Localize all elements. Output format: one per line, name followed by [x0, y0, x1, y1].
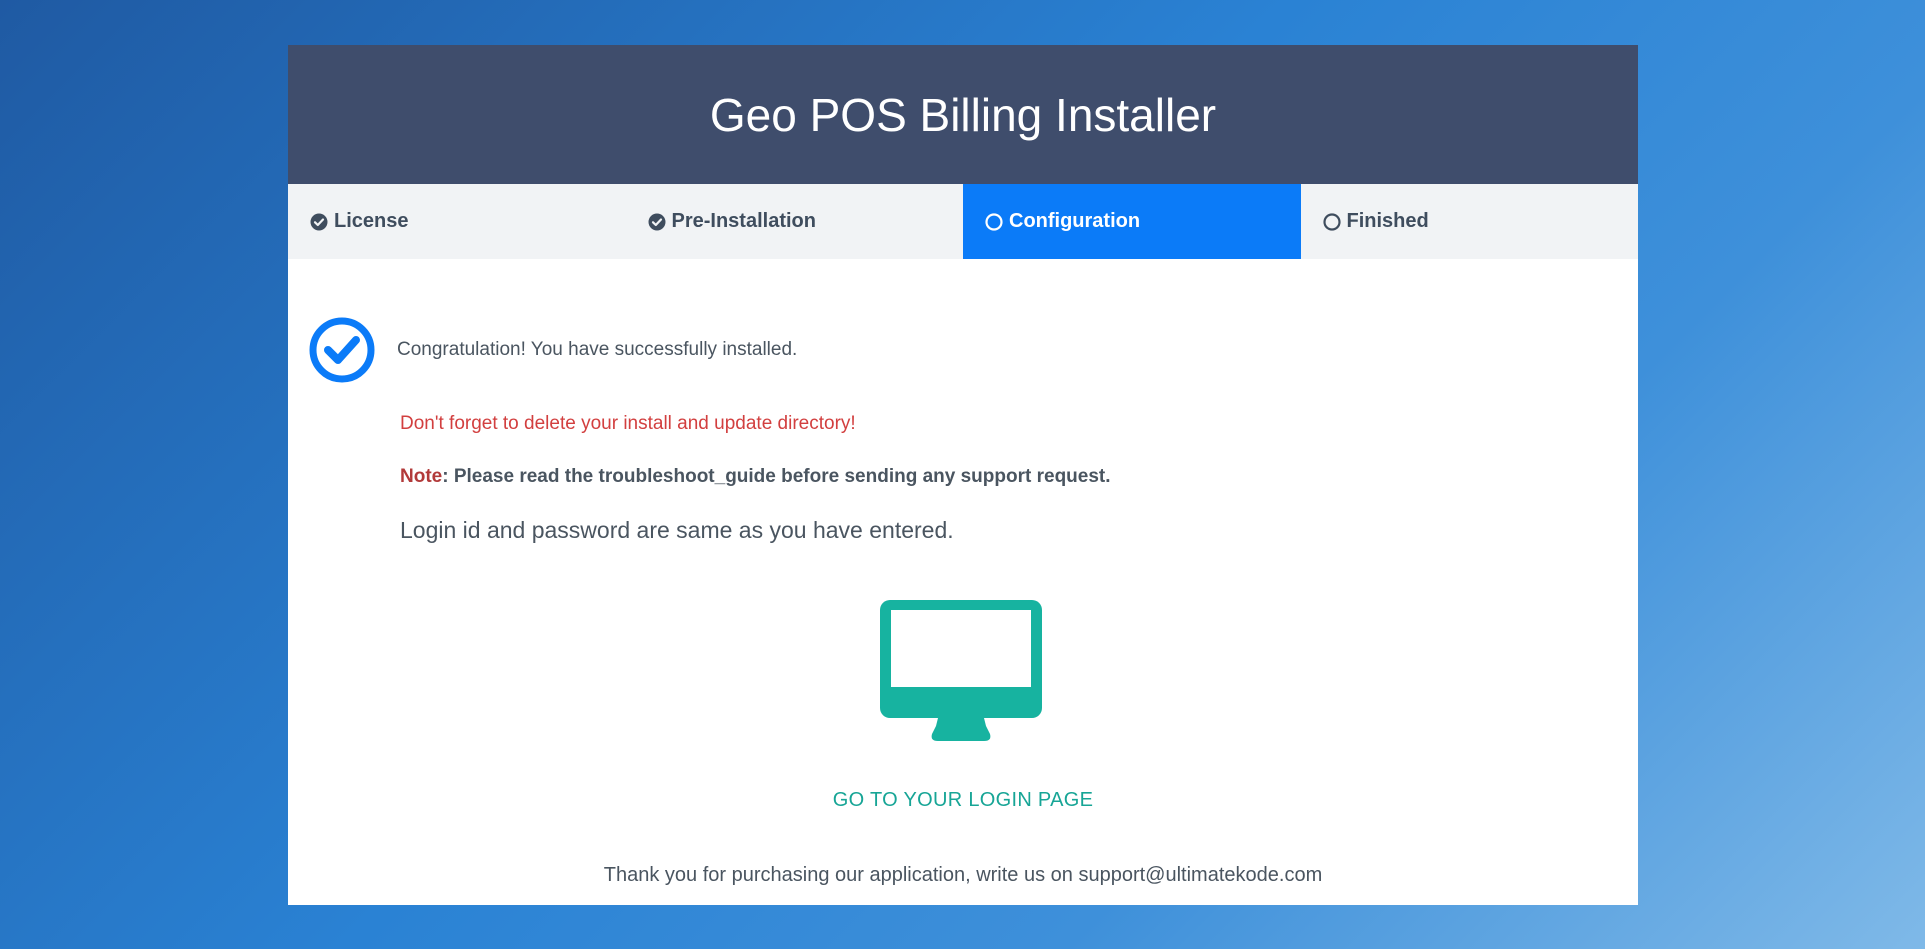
step-label: Pre-Installation — [671, 210, 816, 232]
check-circle-icon — [310, 213, 328, 230]
step-label: Configuration — [1009, 210, 1141, 232]
step-finished[interactable]: Finished — [1301, 184, 1639, 259]
step-pre-installation[interactable]: Pre-Installation — [626, 184, 964, 259]
note-text: : Please read the troubleshoot_guide bef… — [442, 466, 1111, 487]
success-message: Congratulation! You have successfully in… — [397, 339, 798, 360]
footer-text: Thank you for purchasing our application… — [603, 864, 1323, 886]
installer-header: Geo POS Billing Installer — [288, 45, 1638, 184]
note-message: Note: Please read the troubleshoot_guide… — [400, 466, 1111, 488]
step-license[interactable]: License — [288, 184, 626, 259]
success-check-icon — [309, 317, 375, 383]
content-panel: Congratulation! You have successfully in… — [288, 259, 1638, 905]
login-info: Login id and password are same as you ha… — [400, 517, 954, 543]
step-navigation: License Pre-Installation Configuration F… — [288, 184, 1638, 259]
success-row: Congratulation! You have successfully in… — [309, 317, 797, 383]
note-label: Note — [400, 466, 443, 487]
page-title: Geo POS Billing Installer — [709, 88, 1217, 141]
warning-message: Don't forget to delete your install and … — [400, 413, 856, 434]
check-circle-icon — [648, 213, 665, 230]
circle-outline-icon — [1322, 212, 1341, 231]
installer-window: Geo POS Billing Installer License Pre-In… — [288, 45, 1638, 905]
step-label: Finished — [1346, 210, 1429, 232]
circle-outline-icon — [985, 212, 1003, 231]
step-label: License — [334, 210, 409, 232]
login-page-link[interactable]: GO TO YOUR LOGIN PAGE — [288, 789, 1638, 812]
step-configuration[interactable]: Configuration — [963, 184, 1301, 259]
monitor-icon[interactable] — [880, 600, 1042, 742]
